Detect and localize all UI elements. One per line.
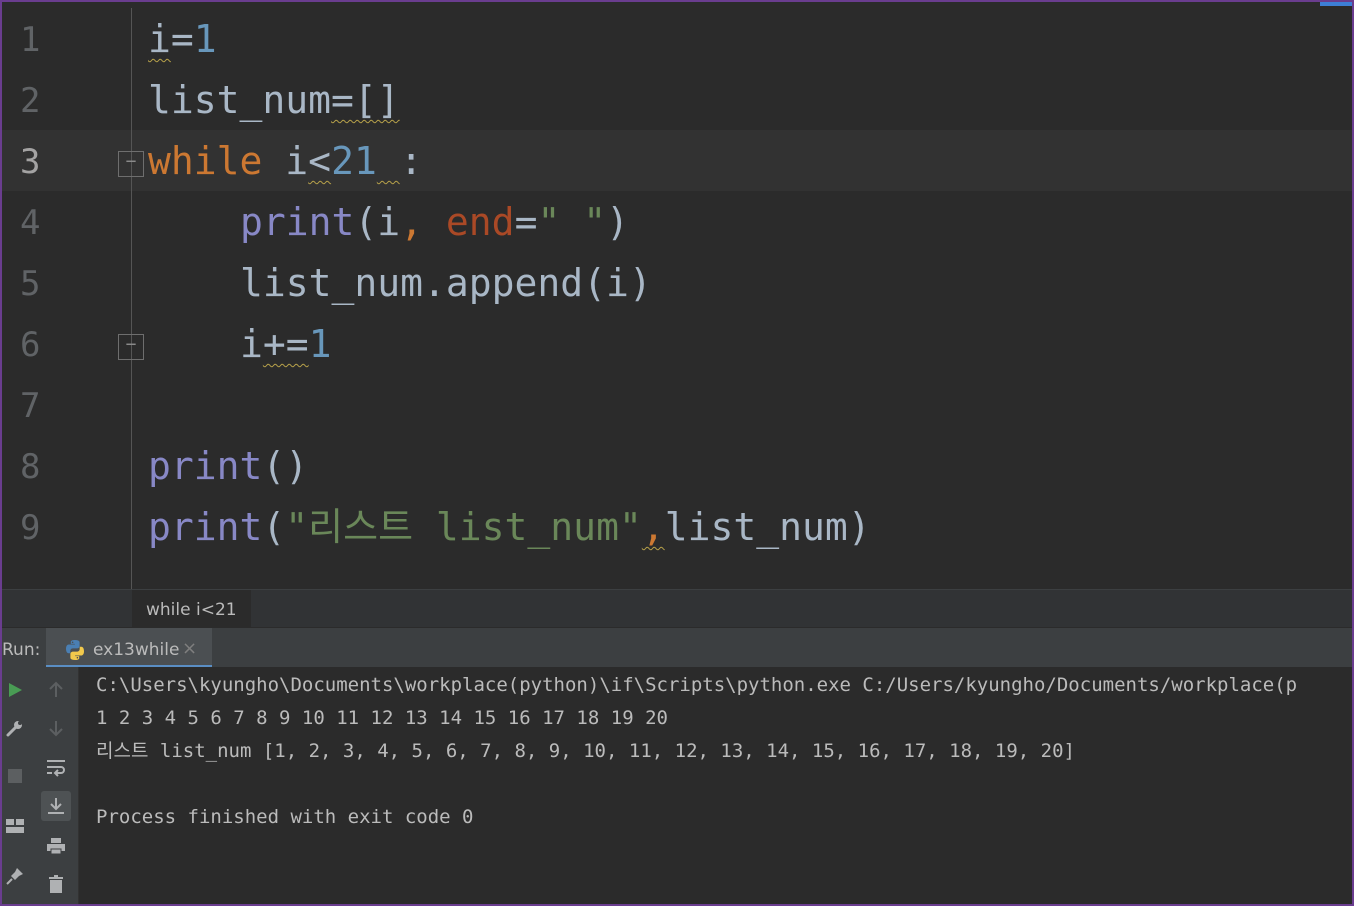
console-line-command: C:\Users\kyungho\Documents\workplace(pyt…	[96, 674, 1298, 696]
wrench-icon[interactable]	[0, 713, 30, 743]
code-token: (i	[354, 200, 401, 244]
code-token: ,	[641, 505, 665, 549]
code-token: list_num	[148, 78, 332, 122]
code-line-8[interactable]: 8 print()	[0, 436, 1354, 497]
code-token: while	[148, 139, 263, 183]
run-toolbar	[0, 667, 79, 906]
code-token: ()	[262, 444, 309, 488]
trash-icon[interactable]	[41, 869, 71, 899]
print-icon[interactable]	[41, 831, 71, 861]
code-text[interactable]: print()	[148, 444, 308, 488]
code-editor[interactable]: 1 i=1 2 list_num=[] 3 − while i<21 : 4 p…	[0, 0, 1354, 589]
code-token: 1	[308, 322, 332, 366]
line-number: 9	[20, 508, 41, 548]
code-text[interactable]: i+=1	[240, 322, 332, 366]
code-token: )	[606, 200, 629, 244]
pin-icon[interactable]	[0, 861, 30, 891]
breadcrumb[interactable]: while i<21	[132, 590, 251, 628]
python-icon	[66, 640, 84, 660]
code-token: end	[445, 200, 515, 244]
code-line-9[interactable]: 9 print("리스트 list_num",list_num)	[0, 497, 1354, 558]
layout-icon[interactable]	[0, 811, 30, 841]
code-line-6[interactable]: 6 − i+=1	[0, 314, 1354, 375]
code-line-7[interactable]: 7	[0, 375, 1354, 436]
code-text[interactable]: print("리스트 list_num",list_num)	[148, 505, 871, 549]
code-token: "리스트 list_num"	[285, 505, 642, 549]
code-token: :	[399, 139, 423, 183]
code-token: <	[308, 139, 332, 183]
code-line-2[interactable]: 2 list_num=[]	[0, 70, 1354, 131]
code-token: =	[170, 17, 194, 61]
code-token: print	[240, 200, 355, 244]
code-text[interactable]: while i<21 :	[148, 139, 423, 183]
code-token: 1	[193, 17, 217, 61]
run-label: Run:	[2, 640, 41, 660]
up-arrow-icon[interactable]	[41, 675, 71, 705]
code-token: i	[285, 139, 309, 183]
line-number: 6	[20, 325, 41, 365]
fold-end-icon[interactable]: −	[118, 334, 144, 360]
close-icon[interactable]: ×	[182, 628, 197, 670]
run-icon[interactable]	[0, 675, 30, 705]
code-token: (	[262, 505, 286, 549]
code-token: +=	[262, 322, 309, 366]
scroll-to-end-icon[interactable]	[41, 791, 71, 821]
breadcrumb-bar: while i<21	[0, 589, 1354, 628]
run-tab-ex13while[interactable]: ex13while ×	[46, 628, 212, 668]
code-line-5[interactable]: 5 list_num.append(i)	[0, 253, 1354, 314]
line-number: 7	[20, 386, 41, 426]
code-token: 21	[331, 139, 377, 183]
line-number: 2	[20, 81, 41, 121]
line-number: 3	[20, 142, 41, 182]
console-line-output: 1 2 3 4 5 6 7 8 9 10 11 12 13 14 15 16 1…	[96, 707, 668, 729]
console-output[interactable]: C:\Users\kyungho\Documents\workplace(pyt…	[79, 667, 1354, 906]
code-token: ,	[400, 200, 446, 244]
top-accent-bar	[1320, 2, 1352, 6]
soft-wrap-icon[interactable]	[41, 753, 71, 783]
console-line-exit: Process finished with exit code 0	[96, 806, 474, 828]
line-number: 4	[20, 203, 41, 243]
code-token: i	[240, 322, 263, 366]
console-line-output: 리스트 list_num [1, 2, 3, 4, 5, 6, 7, 8, 9,…	[96, 740, 1075, 762]
fold-collapse-icon[interactable]: −	[118, 151, 144, 177]
code-token: =[]	[331, 78, 400, 122]
code-line-3[interactable]: 3 − while i<21 :	[0, 131, 1354, 192]
stop-icon[interactable]	[0, 761, 30, 791]
code-line-4[interactable]: 4 print(i, end=" ")	[0, 192, 1354, 253]
code-text[interactable]: i=1	[148, 17, 217, 61]
line-number: 5	[20, 264, 41, 304]
code-token: print	[148, 444, 263, 488]
run-tool-window-header: Run: ex13while ×	[0, 627, 1354, 668]
line-number: 1	[20, 20, 41, 60]
line-number: 8	[20, 447, 41, 487]
code-line-1[interactable]: 1 i=1	[0, 9, 1354, 70]
code-token: i	[148, 17, 171, 61]
code-token: list_num)	[664, 505, 871, 549]
code-text[interactable]: list_num.append(i)	[240, 261, 652, 305]
code-text[interactable]: list_num=[]	[148, 78, 400, 122]
code-token: " "	[537, 200, 607, 244]
code-token: print	[148, 505, 263, 549]
code-text[interactable]: print(i, end=" ")	[240, 200, 629, 244]
code-token: =	[514, 200, 538, 244]
down-arrow-icon[interactable]	[41, 713, 71, 743]
